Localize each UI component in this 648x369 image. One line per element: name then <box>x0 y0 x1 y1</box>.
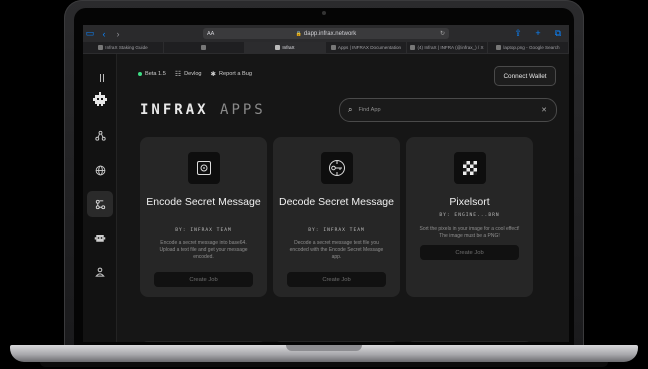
card-icon-wrap <box>454 152 486 184</box>
report-bug-label: Report a Bug <box>219 71 252 77</box>
beta-status: Beta 1.5 <box>138 71 166 77</box>
connect-wallet-button[interactable]: Connect Wallet <box>494 66 556 86</box>
tab-google[interactable]: laptop.png - Google Search <box>488 42 569 53</box>
user-icon <box>95 267 105 277</box>
reader-button[interactable]: AA <box>207 31 214 37</box>
robot-logo-icon <box>93 92 107 106</box>
pixel-grid-icon <box>463 161 477 175</box>
sidebar-item-robot[interactable] <box>87 225 113 251</box>
apps-flow-icon <box>95 199 105 209</box>
favicon-icon <box>330 45 336 50</box>
card-author: BY: INFRAX TEAM <box>175 228 232 233</box>
tab-overview-icon[interactable]: ⧉ <box>551 28 565 39</box>
favicon-icon <box>496 45 502 50</box>
infrax-apps-logo: INFRAX APPS <box>140 102 266 118</box>
url-text: dapp.infrax.network <box>303 30 357 37</box>
tab-label: (4) InfraX | INFRA (@infrax_) / X <box>417 45 484 50</box>
app-content: Beta 1.5 ☷ Devlog ✱ Report a Bug Connect W… <box>83 54 569 342</box>
tab-bar: InfraX Staking Guide InfraX Apps | INFRA… <box>83 42 569 54</box>
address-bar[interactable]: AA 🔒 dapp.infrax.network ↻ <box>203 28 449 39</box>
app-card-pixelsort[interactable]: Pixelsort BY: ENGINE...BRN Sort the pixe… <box>406 137 533 297</box>
search-input[interactable] <box>356 106 531 114</box>
robot-icon <box>94 235 106 242</box>
card-title: Pixelsort <box>449 196 490 208</box>
back-icon[interactable]: ‹ <box>97 29 111 39</box>
laptop-notch <box>286 345 362 351</box>
favicon-icon <box>410 45 416 50</box>
tab-twitter[interactable]: (4) InfraX | INFRA (@infrax_) / X <box>407 42 488 53</box>
card-description: Encode a secret message into base64. Upl… <box>159 240 248 260</box>
tab-docs[interactable]: Apps | INFRAX Documentation <box>326 42 407 53</box>
app-card-next[interactable] <box>273 341 400 342</box>
tab-blank[interactable] <box>164 42 245 53</box>
sidebar-menu-toggle[interactable] <box>87 62 113 88</box>
create-job-button[interactable]: Create Job <box>287 272 386 287</box>
tab-staking-guide[interactable]: InfraX Staking Guide <box>83 42 164 53</box>
favicon-icon <box>275 45 281 50</box>
app-card-next[interactable] <box>140 341 267 342</box>
lock-icon: 🔒 <box>295 30 302 37</box>
logo-main: INFRAX <box>140 102 209 118</box>
tab-label: InfraX <box>282 45 295 50</box>
network-icon <box>94 130 106 141</box>
card-description: Sort the pixels in your image for a cool… <box>419 226 520 239</box>
app-search: ⌕ ✕ <box>339 98 557 122</box>
tab-label: Apps | INFRAX Documentation <box>337 45 402 50</box>
devlog-link[interactable]: ☷ Devlog <box>175 70 202 78</box>
sidebar-item-explore[interactable] <box>87 157 113 183</box>
logo-sub: APPS <box>220 102 266 118</box>
laptop-foot <box>40 362 608 367</box>
favicon-icon <box>98 45 104 50</box>
forward-icon[interactable]: › <box>111 29 125 39</box>
tab-label: laptop.png - Google Search <box>503 45 560 50</box>
app-card-encode[interactable]: Encode Secret Message BY: INFRAX TEAM En… <box>140 137 267 297</box>
bug-icon: ✱ <box>210 71 216 78</box>
globe-icon <box>95 165 105 175</box>
share-icon[interactable]: ⇪ <box>511 28 525 39</box>
card-title: Encode Secret Message <box>146 196 261 208</box>
sidebar-item-network[interactable] <box>87 122 113 148</box>
sidebar-item-apps[interactable] <box>87 191 113 217</box>
sidebar-logo[interactable] <box>87 86 113 112</box>
report-bug-link[interactable]: ✱ Report a Bug <box>211 70 252 78</box>
card-icon-wrap <box>321 152 353 184</box>
card-author: BY: ENGINE...BRN <box>439 213 500 218</box>
app-card-next[interactable] <box>406 341 533 342</box>
status-dot-icon <box>138 72 142 76</box>
sidebar-item-profile[interactable] <box>87 259 113 285</box>
create-job-button[interactable]: Create Job <box>154 272 253 287</box>
favicon-icon <box>200 45 206 50</box>
browser-toolbar: ▭ ‹ › AA 🔒 dapp.infrax.network ↻ ⇪ + ⧉ <box>83 25 569 42</box>
reload-icon[interactable]: ↻ <box>440 30 445 37</box>
clear-icon[interactable]: ✕ <box>541 106 547 114</box>
decode-key-icon <box>329 160 345 176</box>
tab-infrax[interactable]: InfraX <box>245 42 326 53</box>
screen: ▭ ‹ › AA 🔒 dapp.infrax.network ↻ ⇪ + ⧉ I… <box>83 25 569 342</box>
sidebar-toggle-icon[interactable]: ▭ <box>83 28 97 39</box>
camera <box>322 11 326 15</box>
create-job-button[interactable]: Create Job <box>420 245 519 260</box>
sidebar <box>83 54 117 342</box>
safe-icon <box>197 161 211 175</box>
new-tab-icon[interactable]: + <box>531 28 545 39</box>
card-icon-wrap <box>188 152 220 184</box>
card-author: BY: INFRAX TEAM <box>308 228 365 233</box>
devlog-label: Devlog <box>184 71 202 77</box>
card-description: Decode a secret message text file you en… <box>289 240 384 260</box>
devlog-icon: ☷ <box>174 71 182 78</box>
search-icon: ⌕ <box>348 105 353 114</box>
app-card-decode[interactable]: Decode Secret Message BY: INFRAX TEAM De… <box>273 137 400 297</box>
top-nav: Beta 1.5 ☷ Devlog ✱ Report a Bug <box>138 70 252 78</box>
card-title: Decode Secret Message <box>279 196 394 208</box>
tab-label: InfraX Staking Guide <box>105 45 148 50</box>
beta-label: Beta 1.5 <box>145 71 166 77</box>
menu-icon <box>100 74 104 82</box>
